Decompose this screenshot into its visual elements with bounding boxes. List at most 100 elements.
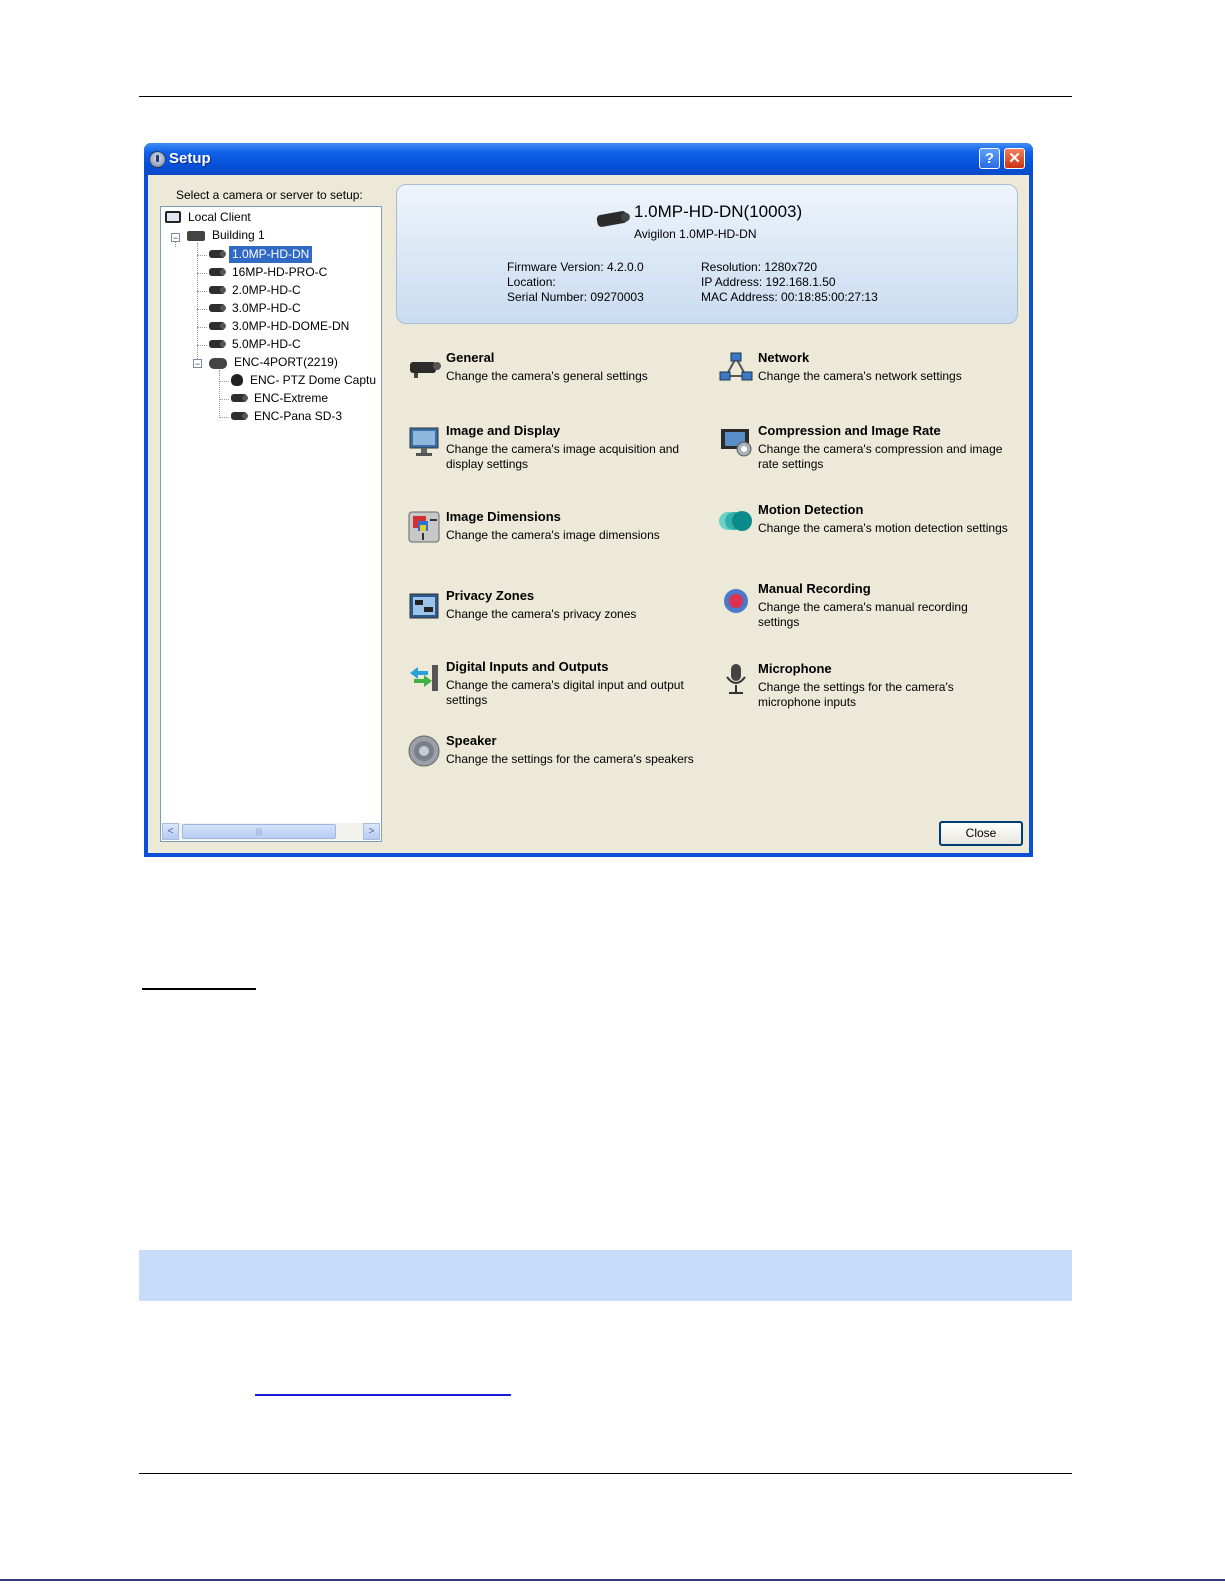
microphone-icon	[726, 664, 746, 694]
monitor-image-icon	[409, 427, 439, 456]
setting-title: Privacy Zones	[446, 588, 535, 603]
server-icon	[187, 231, 205, 241]
tree-line	[219, 370, 220, 418]
dome-camera-icon	[231, 374, 243, 386]
tree-node-label: Building 1	[212, 228, 265, 242]
tree-node-label: 2.0MP-HD-C	[232, 283, 301, 297]
image-dimensions-icon	[408, 511, 440, 543]
tree-node-label: 3.0MP-HD-DOME-DN	[232, 319, 350, 333]
tree-label: Select a camera or server to setup:	[176, 188, 363, 202]
tree-node-label: Local Client	[188, 210, 251, 224]
tree-line	[197, 291, 207, 292]
camera-name: 1.0MP-HD-DN(10003)	[634, 202, 803, 221]
setting-title: Motion Detection	[758, 502, 864, 517]
window-title: Setup	[169, 150, 211, 167]
note-band	[139, 1250, 1072, 1301]
compression-icon	[721, 429, 752, 457]
location: Location:	[507, 275, 556, 289]
tree-line	[197, 273, 207, 274]
setting-title: General	[446, 350, 495, 365]
camera-icon	[209, 340, 226, 348]
setting-description: Change the settings for the camera's spe…	[446, 752, 694, 766]
camera-icon	[209, 322, 226, 330]
camera-icon	[209, 268, 226, 276]
privacy-zones-icon	[409, 593, 439, 619]
camera-model: Avigilon 1.0MP-HD-DN	[634, 227, 757, 241]
tree-node-label: 3.0MP-HD-C	[232, 301, 301, 315]
setting-description: Change the camera's motion detection set…	[758, 521, 1008, 535]
tree-node-camera[interactable]: 2.0MP-HD-C	[209, 282, 304, 299]
setting-title: Microphone	[758, 661, 832, 676]
scroll-thumb[interactable]: |||	[182, 824, 336, 839]
ip-address: IP Address: 192.168.1.50	[701, 275, 836, 289]
firmware-version: Firmware Version: 4.2.0.0	[507, 260, 644, 274]
page-header-rule	[139, 96, 1072, 97]
tree-line	[197, 345, 207, 346]
mac-address: MAC Address: 00:18:85:00:27:13	[701, 290, 878, 304]
tree-line	[197, 255, 207, 256]
app-icon	[149, 151, 166, 168]
camera-info-panel: 1.0MP-HD-DN(10003) Avigilon 1.0MP-HD-DN …	[396, 184, 1018, 324]
tree-node-label: ENC-Pana SD-3	[254, 409, 343, 423]
camera-icon	[231, 412, 248, 420]
tree-node-label: ENC- PTZ Dome Captu	[250, 373, 377, 387]
camera-tree[interactable]: − − Local Client Building 1 1.0MP-HD-DN …	[160, 206, 382, 842]
scroll-left-button[interactable]: <	[162, 823, 179, 840]
serial-number: Serial Number: 09270003	[507, 290, 644, 304]
setting-description: Change the camera's manual recording set…	[758, 600, 968, 629]
resolution: Resolution: 1280x720	[701, 260, 818, 274]
tree-line	[197, 309, 207, 310]
setting-description: Change the camera's image dimensions	[446, 528, 660, 542]
setting-title: Network	[758, 350, 810, 365]
help-button[interactable]: ?	[979, 148, 1000, 169]
collapse-toggle[interactable]: −	[193, 359, 202, 369]
tree-line	[219, 381, 229, 382]
setting-description: Change the camera's compression and imag…	[758, 442, 1003, 471]
setting-description: Change the settings for the camera's mic…	[758, 680, 954, 709]
page-bottom-edge	[0, 1579, 1225, 1581]
tree-line	[219, 399, 229, 400]
motion-detection-icon	[719, 511, 752, 531]
hyperlink-underline[interactable]	[255, 1394, 511, 1396]
tree-node-label: ENC-Extreme	[254, 391, 329, 405]
tree-node-camera[interactable]: 1.0MP-HD-DN	[209, 246, 313, 263]
network-icon	[719, 352, 753, 381]
tree-node-building[interactable]: Building 1	[187, 227, 268, 244]
tree-node-local-client[interactable]: Local Client	[165, 209, 254, 226]
close-button[interactable]: Close	[939, 821, 1023, 846]
window-close-button[interactable]: ✕	[1004, 148, 1025, 169]
tree-node-encoder[interactable]: ENC-4PORT(2219)	[209, 354, 341, 371]
setting-description: Change the camera's image acquisition an…	[446, 442, 680, 471]
tree-node-camera[interactable]: ENC- PTZ Dome Captu	[231, 372, 379, 389]
collapse-toggle[interactable]: −	[171, 233, 180, 243]
page-footer-rule	[139, 1473, 1072, 1474]
tree-node-label: 1.0MP-HD-DN	[229, 246, 313, 263]
speaker-icon	[408, 735, 440, 767]
setting-description: Change the camera's privacy zones	[446, 607, 637, 621]
camera-icon	[209, 304, 226, 312]
record-icon	[724, 589, 748, 613]
horizontal-scrollbar[interactable]: < ||| >	[162, 823, 380, 840]
scroll-right-button[interactable]: >	[363, 823, 380, 840]
encoder-icon	[209, 358, 227, 369]
tree-node-camera[interactable]: ENC-Pana SD-3	[231, 408, 345, 425]
tree-node-camera[interactable]: 16MP-HD-PRO-C	[209, 264, 330, 281]
tree-line	[197, 327, 207, 328]
tree-node-camera[interactable]: 5.0MP-HD-C	[209, 336, 304, 353]
digital-io-icon	[410, 665, 438, 691]
window-client-area: Select a camera or server to setup: − − …	[148, 175, 1029, 853]
setup-window: Setup ? ✕ Select a camera or server to s…	[144, 143, 1033, 857]
setting-title: Speaker	[446, 733, 497, 748]
setting-title: Image and Display	[446, 423, 561, 438]
tree-node-camera[interactable]: ENC-Extreme	[231, 390, 331, 407]
title-bar[interactable]: Setup ? ✕	[144, 143, 1033, 175]
setting-description: Change the camera's general settings	[446, 369, 648, 383]
tree-line	[219, 417, 229, 418]
camera-icon	[231, 394, 248, 402]
tree-node-camera[interactable]: 3.0MP-HD-C	[209, 300, 304, 317]
camera-icon	[410, 362, 441, 378]
section-heading-underline	[142, 988, 256, 990]
camera-icon	[209, 286, 226, 294]
tree-node-camera[interactable]: 3.0MP-HD-DOME-DN	[209, 318, 352, 335]
camera-icon	[209, 250, 226, 258]
